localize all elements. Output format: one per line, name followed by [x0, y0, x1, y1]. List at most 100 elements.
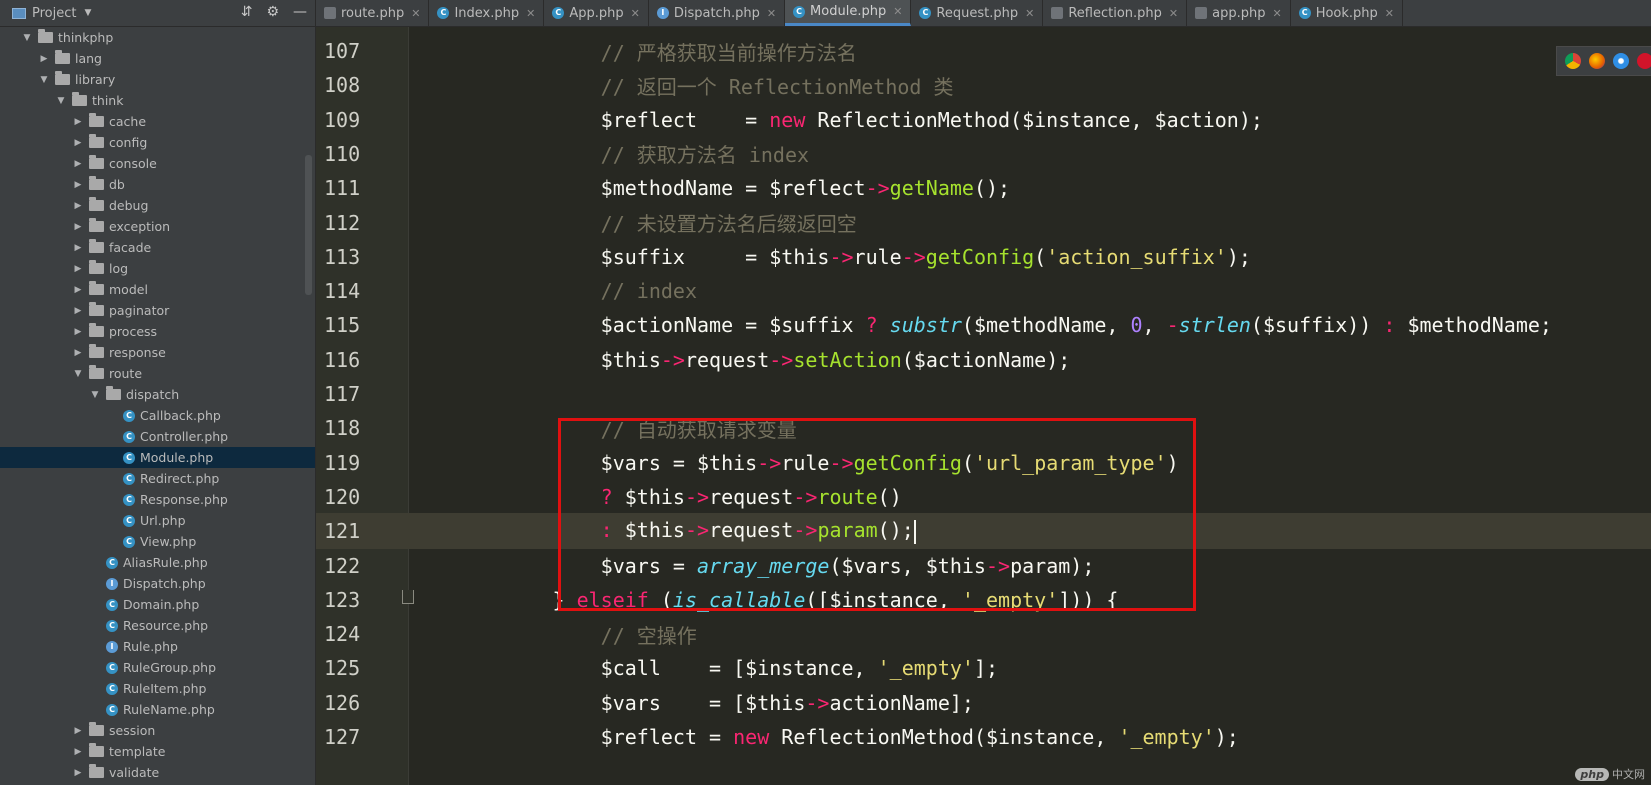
expanded-arrow-icon[interactable]: ▼ — [22, 33, 32, 43]
tree-item[interactable]: ▶ console — [0, 153, 315, 174]
close-icon[interactable]: ✕ — [1385, 7, 1394, 20]
tree-item[interactable]: C RuleName.php — [0, 699, 315, 720]
tab-module-php[interactable]: C Module.php ✕ — [785, 0, 912, 26]
code-line[interactable]: 111 $methodName = $reflect->getName(); — [316, 170, 1651, 206]
tab-dispatch-php[interactable]: I Dispatch.php ✕ — [649, 0, 786, 26]
collapsed-arrow-icon[interactable]: ▶ — [73, 285, 83, 295]
gear-icon[interactable]: ⚙ — [266, 4, 279, 20]
collapsed-arrow-icon[interactable]: ▶ — [73, 201, 83, 211]
close-icon[interactable]: ✕ — [893, 5, 902, 18]
tree-item[interactable]: ▶ session — [0, 720, 315, 741]
code-line[interactable]: 121 : $this->request->param(); — [316, 513, 1651, 550]
tree-item[interactable]: ▶ paginator — [0, 300, 315, 321]
code-line[interactable]: 120 ? $this->request->route() — [316, 479, 1651, 515]
tree-item[interactable]: C RuleGroup.php — [0, 657, 315, 678]
collapsed-arrow-icon[interactable]: ▶ — [73, 348, 83, 358]
minimize-icon[interactable]: — — [293, 4, 307, 20]
collapsed-arrow-icon[interactable]: ▶ — [39, 54, 49, 64]
tree-item[interactable]: ▶ validate — [0, 762, 315, 783]
tab-index-php[interactable]: C Index.php ✕ — [429, 0, 545, 26]
collapsed-arrow-icon[interactable]: ▶ — [73, 138, 83, 148]
code-line[interactable]: 113 $suffix = $this->rule->getConfig('ac… — [316, 239, 1651, 275]
firefox-icon[interactable] — [1589, 53, 1605, 69]
code-line[interactable]: 126 $vars = [$this->actionName]; — [316, 685, 1651, 721]
tree-item[interactable]: ▶ debug — [0, 195, 315, 216]
tab-route-php[interactable]: route.php ✕ — [316, 0, 430, 26]
tree-item[interactable]: ▼ route — [0, 363, 315, 384]
close-icon[interactable]: ✕ — [767, 7, 776, 20]
close-icon[interactable]: ✕ — [1169, 7, 1178, 20]
tree-item[interactable]: ▶ lang — [0, 48, 315, 69]
tree-item[interactable]: C Controller.php — [0, 426, 315, 447]
tree-item[interactable]: C Module.php — [0, 447, 315, 468]
tab-app-php[interactable]: app.php ✕ — [1187, 0, 1291, 26]
collapsed-arrow-icon[interactable]: ▶ — [73, 243, 83, 253]
code-line[interactable]: 109 $reflect = new ReflectionMethod($ins… — [316, 102, 1651, 138]
collapsed-arrow-icon[interactable]: ▶ — [73, 180, 83, 190]
collapsed-arrow-icon[interactable]: ▶ — [73, 159, 83, 169]
code-line[interactable]: 114 // index — [316, 273, 1651, 309]
tree-item[interactable]: C Response.php — [0, 489, 315, 510]
tree-item[interactable]: I Rule.php — [0, 636, 315, 657]
tree-item[interactable]: C View.php — [0, 531, 315, 552]
close-icon[interactable]: ✕ — [1025, 7, 1034, 20]
tree-item[interactable]: ▼ dispatch — [0, 384, 315, 405]
tree-item[interactable]: C Callback.php — [0, 405, 315, 426]
tree-item[interactable]: C Domain.php — [0, 594, 315, 615]
code-line[interactable]: 110 // 获取方法名 index — [316, 136, 1651, 172]
close-icon[interactable]: ✕ — [411, 7, 420, 20]
tree-item[interactable]: C Url.php — [0, 510, 315, 531]
code-line[interactable]: 122 $vars = array_merge($vars, $this->pa… — [316, 548, 1651, 584]
tree-item[interactable]: C Resource.php — [0, 615, 315, 636]
tree-item[interactable]: ▼ library — [0, 69, 315, 90]
code-editor[interactable]: 107 // 严格获取当前操作方法名 108 // 返回一个 Reflection… — [316, 27, 1651, 785]
tree-item[interactable]: ▶ model — [0, 279, 315, 300]
tree-item[interactable]: ▶ db — [0, 174, 315, 195]
tree-item[interactable]: C Redirect.php — [0, 468, 315, 489]
code-line[interactable]: 124 // 空操作 — [316, 616, 1651, 652]
collapsed-arrow-icon[interactable]: ▶ — [73, 726, 83, 736]
code-line[interactable]: 107 // 严格获取当前操作方法名 — [316, 33, 1651, 69]
tree-item[interactable]: C RuleItem.php — [0, 678, 315, 699]
collapse-all-icon[interactable]: ⇵ — [241, 4, 253, 20]
sidebar-scrollbar[interactable] — [305, 155, 312, 295]
collapsed-arrow-icon[interactable]: ▶ — [73, 222, 83, 232]
code-line[interactable]: 108 // 返回一个 ReflectionMethod 类 — [316, 67, 1651, 103]
tree-item[interactable]: ▼ think — [0, 90, 315, 111]
code-line[interactable]: 115 $actionName = $suffix ? substr($meth… — [316, 307, 1651, 343]
collapsed-arrow-icon[interactable]: ▶ — [73, 747, 83, 757]
code-line[interactable]: 117 — [316, 376, 1651, 412]
tab-reflection-php[interactable]: Reflection.php ✕ — [1043, 0, 1188, 26]
tree-item[interactable]: ▶ process — [0, 321, 315, 342]
tree-item[interactable]: ▶ cache — [0, 111, 315, 132]
code-line[interactable]: 118 // 自动获取请求变量 — [316, 410, 1651, 446]
code-line[interactable]: 123 } elseif (is_callable([$instance, '_… — [316, 582, 1651, 618]
collapsed-arrow-icon[interactable]: ▶ — [73, 327, 83, 337]
tab-hook-php[interactable]: C Hook.php ✕ — [1291, 0, 1403, 26]
code-line[interactable]: 116 $this->request->setAction($actionNam… — [316, 342, 1651, 378]
tree-item[interactable]: ▼ thinkphp — [0, 27, 315, 48]
collapsed-arrow-icon[interactable]: ▶ — [73, 768, 83, 778]
opera-icon[interactable] — [1637, 53, 1651, 69]
project-panel-title[interactable]: Project — [32, 6, 76, 21]
tree-item[interactable]: ▶ log — [0, 258, 315, 279]
expanded-arrow-icon[interactable]: ▼ — [39, 75, 49, 85]
close-icon[interactable]: ✕ — [1272, 7, 1281, 20]
tab-app-php[interactable]: C App.php ✕ — [544, 0, 649, 26]
code-line[interactable]: 119 $vars = $this->rule->getConfig('url_… — [316, 445, 1651, 481]
expanded-arrow-icon[interactable]: ▼ — [90, 390, 100, 400]
code-line[interactable]: 127 $reflect = new ReflectionMethod($ins… — [316, 719, 1651, 755]
tab-request-php[interactable]: C Request.php ✕ — [911, 0, 1044, 26]
code-line[interactable]: 112 // 未设置方法名后缀返回空 — [316, 205, 1651, 241]
tree-item[interactable]: ▶ template — [0, 741, 315, 762]
tree-item[interactable]: ▶ config — [0, 132, 315, 153]
safari-icon[interactable] — [1613, 53, 1629, 69]
collapsed-arrow-icon[interactable]: ▶ — [73, 264, 83, 274]
expanded-arrow-icon[interactable]: ▼ — [73, 369, 83, 379]
close-icon[interactable]: ✕ — [526, 7, 535, 20]
tree-item[interactable]: ▶ exception — [0, 216, 315, 237]
tree-item[interactable]: ▶ response — [0, 342, 315, 363]
tree-item[interactable]: I Dispatch.php — [0, 573, 315, 594]
tree-item[interactable]: ▶ facade — [0, 237, 315, 258]
chevron-down-icon[interactable]: ▼ — [84, 8, 91, 18]
